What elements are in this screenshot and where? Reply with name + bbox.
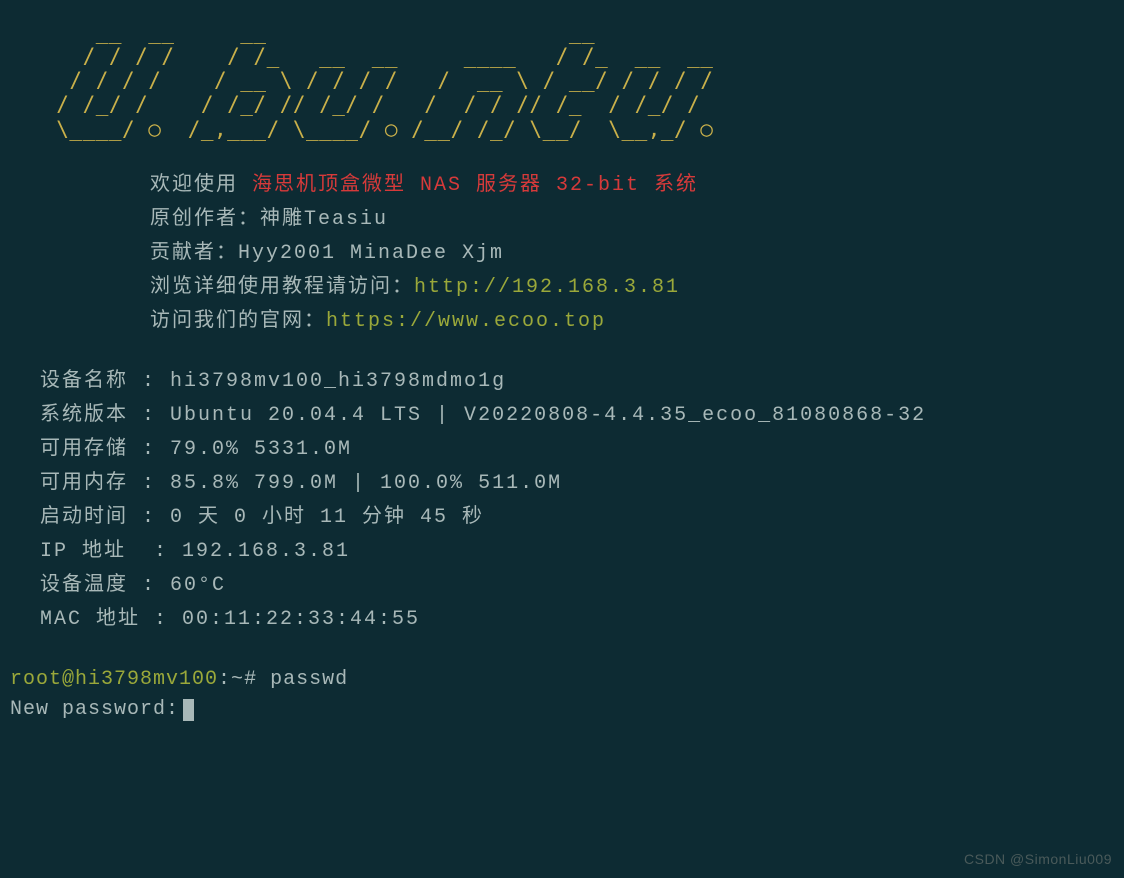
storage-value: : 79.0% 5331.0M <box>142 438 352 461</box>
welcome-block: 欢迎使用 海思机顶盒微型 NAS 服务器 32-bit 系统 原创作者：神雕Te… <box>150 171 1114 337</box>
temp-row: 设备温度 : 60°C <box>40 571 1114 601</box>
password-prompt-line[interactable]: New password: <box>10 695 1114 725</box>
uptime-row: 启动时间 : 0 天 0 小时 11 分钟 45 秒 <box>40 503 1114 533</box>
tutorial-line: 浏览详细使用教程请访问：http://192.168.3.81 <box>150 273 1114 303</box>
ip-label: IP 地址 <box>40 537 154 567</box>
ip-value: : 192.168.3.81 <box>154 540 350 563</box>
uptime-label: 启动时间 <box>40 503 142 533</box>
memory-label: 可用内存 <box>40 469 142 499</box>
website-line: 访问我们的官网：https://www.ecoo.top <box>150 307 1114 337</box>
device-name-label: 设备名称 <box>40 367 142 397</box>
prompt-path: ~ <box>231 668 244 691</box>
contributors-line: 贡献者：Hyy2001 MinaDee Xjm <box>150 239 1114 269</box>
temp-label: 设备温度 <box>40 571 142 601</box>
system-version-value: : Ubuntu 20.04.4 LTS | V20220808-4.4.35_… <box>142 404 926 427</box>
system-version-row: 系统版本 : Ubuntu 20.04.4 LTS | V20220808-4.… <box>40 401 1114 431</box>
temp-value: : 60°C <box>142 574 226 597</box>
tutorial-url: http://192.168.3.81 <box>414 276 680 299</box>
mac-label: MAC 地址 <box>40 605 154 635</box>
system-version-label: 系统版本 <box>40 401 142 431</box>
uptime-value: : 0 天 0 小时 11 分钟 45 秒 <box>142 506 484 529</box>
mac-row: MAC 地址 : 00:11:22:33:44:55 <box>40 605 1114 635</box>
storage-row: 可用存储 : 79.0% 5331.0M <box>40 435 1114 465</box>
mac-value: : 00:11:22:33:44:55 <box>154 608 420 631</box>
cursor-icon <box>183 699 194 721</box>
new-password-label: New password: <box>10 698 179 721</box>
memory-value: : 85.8% 799.0M | 100.0% 511.0M <box>142 472 562 495</box>
tutorial-prefix: 浏览详细使用教程请访问： <box>150 276 414 299</box>
storage-label: 可用存储 <box>40 435 142 465</box>
prompt-sep: : <box>218 668 231 691</box>
welcome-prefix: 欢迎使用 <box>150 174 238 197</box>
website-url: https://www.ecoo.top <box>326 310 606 333</box>
welcome-highlight: 海思机顶盒微型 NAS 服务器 32-bit 系统 <box>238 174 698 197</box>
device-name-row: 设备名称 : hi3798mv100_hi3798mdmo1g <box>40 367 1114 397</box>
prompt-user-host: root@hi3798mv100 <box>10 668 218 691</box>
website-prefix: 访问我们的官网： <box>150 310 326 333</box>
command-text: passwd <box>270 668 348 691</box>
system-info-block: 设备名称 : hi3798mv100_hi3798mdmo1g 系统版本 : U… <box>40 367 1114 635</box>
prompt-symbol: # <box>244 668 257 691</box>
watermark: CSDN @SimonLiu009 <box>964 849 1112 870</box>
ascii-banner: __ __ __ __ / / / / / /_ __ __ ____ / /_… <box>30 20 1114 141</box>
ip-row: IP 地址 : 192.168.3.81 <box>40 537 1114 567</box>
device-name-value: : hi3798mv100_hi3798mdmo1g <box>142 370 506 393</box>
memory-row: 可用内存 : 85.8% 799.0M | 100.0% 511.0M <box>40 469 1114 499</box>
author-line: 原创作者：神雕Teasiu <box>150 205 1114 235</box>
prompt-block[interactable]: root@hi3798mv100:~# passwd New password: <box>10 665 1114 725</box>
command-line[interactable]: root@hi3798mv100:~# passwd <box>10 665 1114 695</box>
welcome-line-1: 欢迎使用 海思机顶盒微型 NAS 服务器 32-bit 系统 <box>150 171 1114 201</box>
